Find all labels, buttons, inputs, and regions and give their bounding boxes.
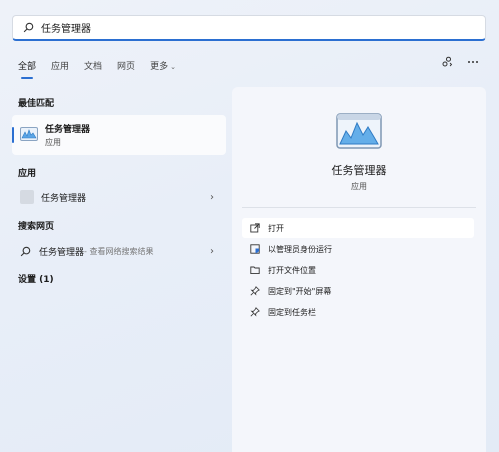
top-right-actions [427,56,479,68]
task-manager-icon [20,126,38,145]
section-best-match: 最佳匹配 [18,99,55,109]
app-result-item[interactable]: 任务管理器 › [12,187,226,207]
search-input[interactable] [41,22,461,33]
web-result-item[interactable]: 任务管理器 - 查看网络搜索结果 › [12,241,226,261]
detail-subtitle: 应用 [351,182,367,191]
best-match-type: 应用 [45,138,61,147]
action-pin-to-start[interactable]: 固定到"开始"屏幕 [242,281,474,301]
pin-icon [250,286,260,296]
action-open-file-location-label: 打开文件位置 [268,265,316,275]
action-pin-to-start-label: 固定到"开始"屏幕 [268,286,332,296]
section-web: 搜索网页 [18,222,55,232]
tab-more[interactable]: 更多 ⌄ [150,59,176,72]
action-pin-to-taskbar[interactable]: 固定到任务栏 [242,302,474,322]
tab-more-label: 更多 [150,61,169,72]
tab-all[interactable]: 全部 [18,59,36,79]
best-match-result[interactable]: 任务管理器 应用 [12,115,226,155]
search-icon [21,21,35,35]
chevron-right-icon[interactable]: › [210,192,214,203]
action-open-file-location[interactable]: 打开文件位置 [242,260,474,280]
detail-title: 任务管理器 [331,164,387,177]
shield-admin-icon [250,244,260,254]
section-settings[interactable]: 设置 (1) [18,272,54,285]
more-options-icon[interactable] [467,60,479,64]
web-result-suffix: - 查看网络搜索结果 [84,246,154,256]
divider [242,207,476,208]
account-switch-icon[interactable] [441,56,453,68]
chevron-right-icon[interactable]: › [210,246,214,257]
open-external-icon [250,223,260,233]
detail-panel: 任务管理器 应用 打开 以管理员身份运行 打开文件位置 固定到"开始"屏幕 固定… [232,87,486,452]
web-result-name: 任务管理器 [39,247,85,258]
folder-icon [250,265,260,275]
search-icon [20,246,31,257]
task-manager-icon [336,113,382,153]
action-run-as-admin-label: 以管理员身份运行 [268,244,332,254]
pin-icon [250,307,260,317]
app-placeholder-icon [20,190,34,204]
tab-web[interactable]: 网页 [117,59,135,72]
tab-apps[interactable]: 应用 [51,59,69,72]
search-box[interactable] [12,15,486,41]
app-result-name: 任务管理器 [41,193,87,204]
selection-indicator [12,127,14,143]
action-open-label: 打开 [268,223,284,233]
chevron-down-icon: ⌄ [170,62,176,71]
action-pin-to-taskbar-label: 固定到任务栏 [268,307,316,317]
section-apps: 应用 [18,169,37,179]
action-open[interactable]: 打开 [242,218,474,238]
action-run-as-admin[interactable]: 以管理员身份运行 [242,239,474,259]
best-match-name: 任务管理器 [45,125,91,135]
best-match-text: 任务管理器 应用 [45,122,90,148]
tab-documents[interactable]: 文档 [84,59,102,72]
filter-tabs: 全部 应用 文档 网页 更多 ⌄ [18,57,191,79]
